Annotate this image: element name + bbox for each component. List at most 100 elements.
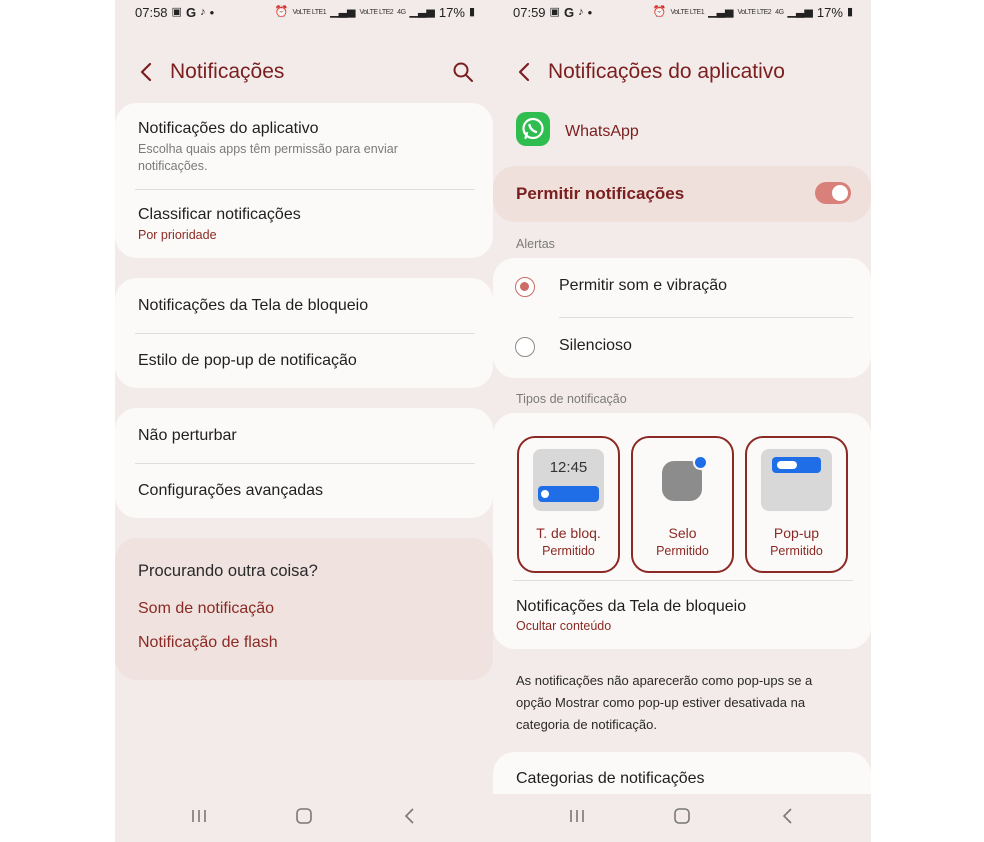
back-icon[interactable]: [515, 60, 535, 84]
tile-status: Permitido: [770, 544, 823, 558]
status-time: 07:59: [513, 5, 546, 20]
section-label: Alertas: [516, 237, 555, 251]
network-type: 4G: [775, 9, 784, 16]
signal-icon: ▁▃▅: [330, 6, 356, 18]
allow-notifications-row[interactable]: Permitir notificações: [493, 166, 871, 222]
status-bar: 07:58 ▣ G ♪ • ⏰ VoLTE LTE1 ▁▃▅ VoLTE LTE…: [115, 0, 493, 26]
popup-type-tile[interactable]: Pop-up Permitido: [745, 436, 848, 573]
back-icon[interactable]: [137, 60, 157, 84]
badge-preview: [662, 455, 708, 501]
navigation-bar: [493, 794, 871, 842]
section-label: Tipos de notificação: [516, 392, 627, 406]
item-title: Classificar notificações: [138, 206, 301, 223]
status-time: 07:58: [135, 5, 168, 20]
home-icon[interactable]: [670, 804, 694, 828]
alert-option-sound[interactable]: Permitir som e vibração: [515, 272, 853, 302]
divider: [135, 463, 475, 464]
tiktok-icon: ♪: [200, 6, 206, 18]
lock-screen-type-tile[interactable]: 12:45 T. de bloq. Permitido: [517, 436, 620, 573]
divider: [135, 189, 475, 190]
tile-status: Permitido: [656, 544, 709, 558]
volte-sim2: VoLTE LTE2: [737, 9, 772, 16]
suggestion-link[interactable]: Som de notificação: [138, 600, 274, 618]
app-notifications-item[interactable]: Notificações do aplicativo Escolha quais…: [138, 120, 475, 175]
signal-icon: ▁▃▅: [787, 6, 813, 18]
header: Notificações do aplicativo: [493, 58, 871, 88]
status-dot: •: [587, 5, 593, 20]
battery-icon: ▮: [468, 6, 475, 18]
settings-card: Notificações do aplicativo Escolha quais…: [115, 103, 493, 258]
settings-card: Notificações da Tela de bloqueio Estilo …: [115, 278, 493, 388]
item-title: Notificações da Tela de bloqueio: [516, 598, 747, 615]
alert-option-silent[interactable]: Silencioso: [515, 332, 853, 362]
tile-status: Permitido: [542, 544, 595, 558]
item-title: Categorias de notificações: [516, 770, 705, 787]
popup-preview: [761, 449, 832, 511]
radio-label: Permitir som e vibração: [559, 277, 728, 294]
search-icon[interactable]: [451, 60, 475, 84]
lock-screen-preview: 12:45: [533, 449, 604, 511]
badge-type-tile[interactable]: Selo Permitido: [631, 436, 734, 573]
app-name: WhatsApp: [565, 122, 639, 140]
back-nav-icon[interactable]: [776, 804, 800, 828]
recent-apps-icon[interactable]: [187, 804, 211, 828]
item-value: Por prioridade: [138, 228, 217, 242]
suggestion-link[interactable]: Notificação de flash: [138, 634, 278, 652]
item-title: Notificações do aplicativo: [138, 120, 319, 137]
item-value: Ocultar conteúdo: [516, 619, 612, 633]
home-icon[interactable]: [292, 804, 316, 828]
lock-screen-notifications-item[interactable]: Notificações da Tela de bloqueio Ocultar…: [516, 598, 853, 633]
gallery-icon: ▣: [171, 6, 182, 18]
item-description: Escolha quais apps têm permissão para en…: [138, 142, 398, 173]
info-text: As notificações não aparecerão como pop-…: [516, 673, 813, 732]
item-title: Estilo de pop-up de notificação: [138, 352, 357, 369]
lock-screen-notifications-item[interactable]: Notificações da Tela de bloqueio: [138, 297, 475, 315]
battery-level: 17%: [816, 5, 843, 20]
status-bar: 07:59 ▣ G ♪ • ⏰ VoLTE LTE1 ▁▃▅ VoLTE LTE…: [493, 0, 871, 26]
tile-label: Pop-up: [773, 525, 820, 541]
volte-sim1: VoLTE LTE1: [670, 9, 705, 16]
preview-time: 12:45: [549, 459, 588, 476]
suggestions-card: Procurando outra coisa? Som de notificaç…: [115, 538, 493, 680]
app-info: WhatsApp: [516, 112, 639, 151]
alarm-icon: ⏰: [274, 6, 289, 18]
toggle-knob: [832, 185, 848, 201]
volte-sim1: VoLTE LTE1: [292, 9, 327, 16]
suggestions-title: Procurando outra coisa?: [138, 562, 318, 580]
tiktok-icon: ♪: [578, 6, 584, 18]
app-notifications-screen: 07:59 ▣ G ♪ • ⏰ VoLTE LTE1 ▁▃▅ VoLTE LTE…: [493, 0, 871, 842]
battery-level: 17%: [438, 5, 465, 20]
notifications-settings-screen: 07:58 ▣ G ♪ • ⏰ VoLTE LTE1 ▁▃▅ VoLTE LTE…: [115, 0, 493, 842]
alarm-icon: ⏰: [652, 6, 667, 18]
navigation-bar: [115, 804, 493, 828]
sort-notifications-item[interactable]: Classificar notificações Por prioridade: [138, 206, 475, 242]
network-type: 4G: [397, 9, 406, 16]
allow-notifications-label: Permitir notificações: [516, 184, 685, 203]
item-title: Notificações da Tela de bloqueio: [138, 297, 369, 314]
divider: [559, 317, 853, 318]
notification-categories-item[interactable]: Categorias de notificações: [516, 770, 853, 788]
signal-icon: ▁▃▅: [409, 6, 435, 18]
header: Notificações: [115, 58, 493, 88]
radio-button-checked[interactable]: [515, 277, 535, 297]
notification-bar-preview: [772, 457, 821, 473]
whatsapp-icon: [516, 112, 550, 151]
advanced-settings-item[interactable]: Configurações avançadas: [138, 482, 475, 500]
do-not-disturb-item[interactable]: Não perturbar: [138, 427, 475, 445]
popup-style-item[interactable]: Estilo de pop-up de notificação: [138, 352, 475, 370]
radio-button[interactable]: [515, 337, 535, 357]
back-nav-icon[interactable]: [398, 804, 422, 828]
divider: [513, 580, 853, 581]
item-title: Não perturbar: [138, 427, 237, 444]
allow-notifications-toggle[interactable]: [815, 182, 851, 204]
notification-bar-preview: [538, 486, 599, 502]
recent-apps-icon[interactable]: [565, 804, 589, 828]
volte-sim2: VoLTE LTE2: [359, 9, 394, 16]
battery-icon: ▮: [846, 6, 853, 18]
page-title: Notificações: [170, 60, 285, 83]
alerts-card: Permitir som e vibração Silencioso: [493, 258, 871, 378]
gallery-icon: ▣: [549, 6, 560, 18]
settings-card: Não perturbar Configurações avançadas: [115, 408, 493, 518]
tile-label: T. de bloq.: [536, 525, 601, 541]
status-dot: •: [209, 5, 215, 20]
